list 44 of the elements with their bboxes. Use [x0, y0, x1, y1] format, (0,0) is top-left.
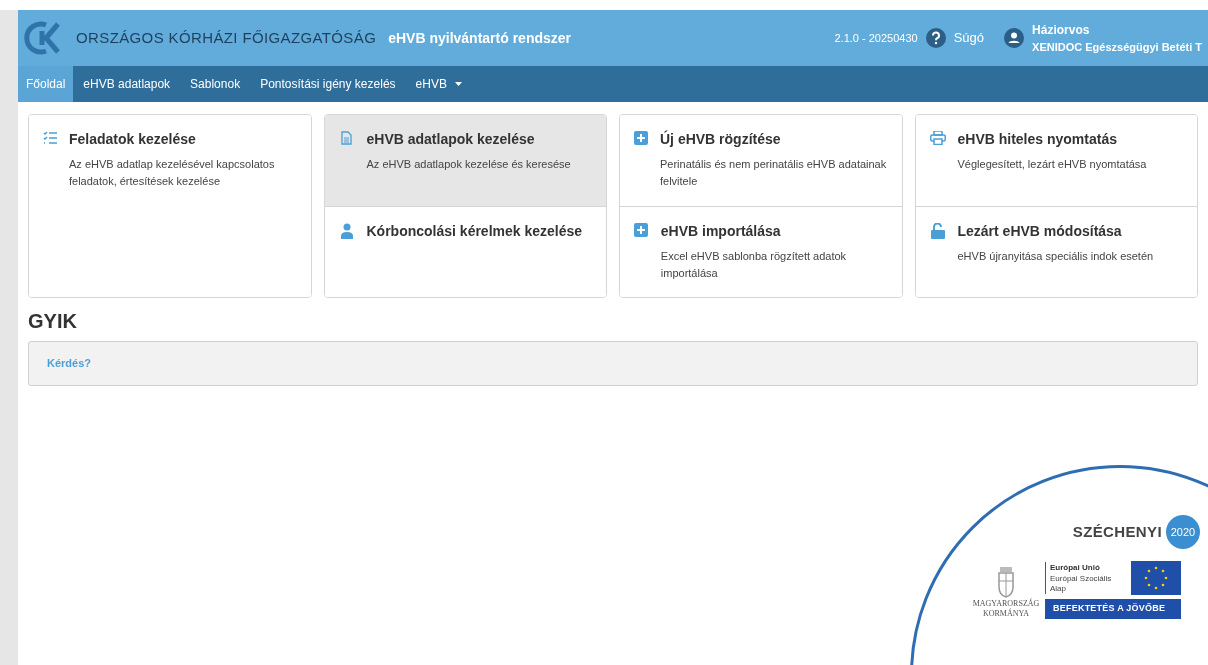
- tile-title: eHVB adatlapok kezelése: [366, 130, 536, 149]
- version-text: 2.1.0 - 20250430: [834, 30, 918, 46]
- slogan-banner: BEFEKTETÉS A JÖVŐBE: [1045, 599, 1181, 619]
- eu-text: Európai Unió: [1050, 562, 1101, 574]
- organization-name: ORSZÁGOS KÓRHÁZI FŐIGAZGATÓSÁG: [76, 27, 377, 48]
- nav-tab[interactable]: eHVB: [405, 66, 472, 102]
- tile-title: eHVB importálása: [660, 221, 782, 241]
- tile-title: Kórboncolási kérelmek kezelése: [366, 221, 583, 241]
- menu-tile[interactable]: Kórboncolási kérelmek kezelése: [324, 205, 606, 297]
- caret-icon: [454, 82, 462, 86]
- szechenyi-text: SZÉCHENYI: [1072, 521, 1162, 542]
- tile-title: Feladatok kezelése: [69, 130, 197, 149]
- tile-title: Lezárt eHVB módosítása: [957, 221, 1123, 241]
- coat-of-arms-icon: [995, 564, 1017, 599]
- tile-description: Véglegesített, lezárt eHVB nyomtatása: [957, 157, 1147, 172]
- plus-square-icon: [634, 222, 649, 237]
- help-icon: [925, 28, 946, 48]
- nav-tab[interactable]: eHVB adatlapok: [73, 66, 181, 102]
- faq-heading: GYIK: [28, 311, 78, 331]
- menu-tile[interactable]: eHVB adatlapok kezelése Az eHVB adatlapok kezelése és keresése: [324, 115, 606, 206]
- tile-description: Az eHVB adatlap kezelésével kapcsolatos feladatok, értesítések kezelése: [69, 157, 276, 189]
- menu-tile[interactable]: Feladatok kezelése Az eHVB adatlap kezelésével kapcsolatos feladatok, értesítések kezelése: [29, 115, 311, 297]
- tile-description: Az eHVB adatlapok kezelése és keresése: [366, 157, 571, 172]
- menu-tile[interactable]: Lezárt eHVB módosítása eHVB újranyitása speciális indok esetén: [915, 205, 1197, 297]
- user-icon: [1004, 28, 1025, 48]
- nav-tab[interactable]: Sablonok: [180, 66, 251, 102]
- checklist-icon: [43, 131, 57, 144]
- app-title: eHVB nyilvántartó rendszer: [388, 28, 571, 48]
- nav-tab[interactable]: Pontosítási igény kezelés: [250, 66, 406, 102]
- tile-description: eHVB újranyitása speciális indok esetén: [957, 248, 1154, 264]
- printer-icon: [929, 131, 946, 145]
- user-role: Háziorvos: [1032, 21, 1091, 39]
- menu-tile[interactable]: eHVB importálása Excel eHVB sablonba rögzített adatok importálása: [620, 205, 902, 297]
- unlocked-padlock-icon: [930, 222, 945, 239]
- fund-text: Európai Szociális Alap: [1050, 574, 1113, 594]
- tile-title: Új eHVB rögzítése: [660, 129, 782, 149]
- tile-title: eHVB hiteles nyomtatás: [957, 130, 1118, 149]
- eu-flag-icon: [1131, 561, 1181, 595]
- government-text: MAGYARORSZÁG KORMÁNYA: [972, 598, 1040, 619]
- tile-description: Perinatális és nem perinatális eHVB adatainak felvitele: [660, 157, 888, 189]
- tile-description: Excel eHVB sablonba rögzített adatok importálása: [660, 248, 848, 281]
- plus-square-icon: [634, 131, 648, 145]
- user-organization: XENIDOC Egészségügyi Betéti T: [1032, 39, 1202, 55]
- document-icon: [341, 131, 352, 145]
